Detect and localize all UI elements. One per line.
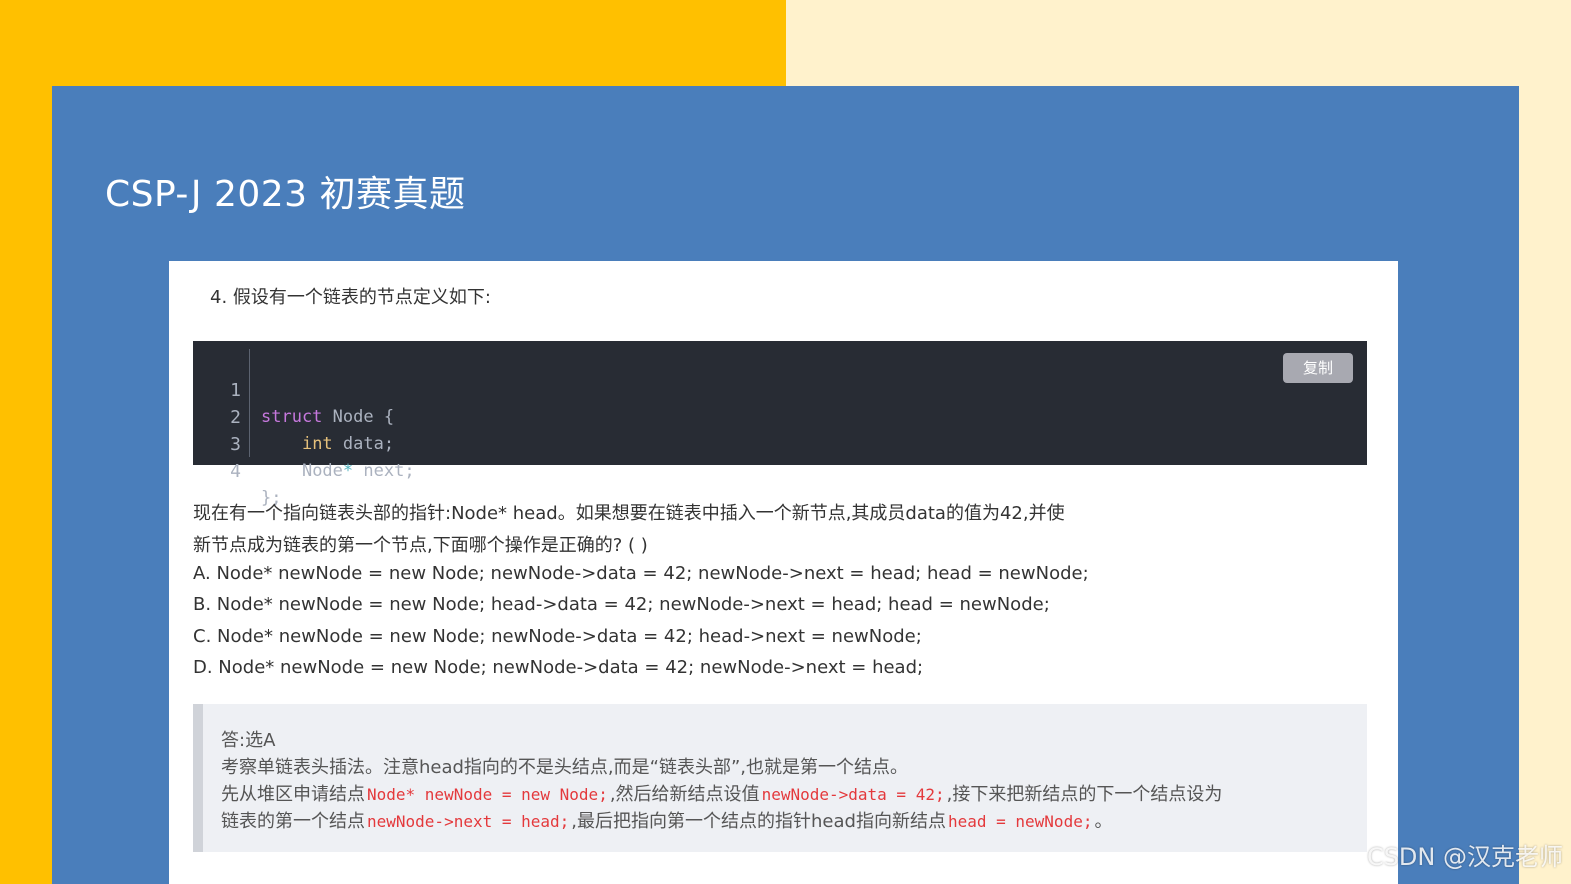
answer-text: ,然后给新结点设值 bbox=[609, 784, 760, 805]
line-number: 4 bbox=[230, 461, 241, 482]
code-line: 1 struct Node { bbox=[193, 350, 394, 427]
question-stem-line: 现在有一个指向链表头部的指针:Node* head。如果想要在链表中插入一个新节… bbox=[193, 503, 1065, 524]
answer-explanation: 考察单链表头插法。注意head指向的不是头结点,而是“链表头部”,也就是第一个结… bbox=[221, 757, 909, 778]
answer-explanation: 先从堆区申请结点 Node* newNode = new Node; ,然后给新结点… bbox=[221, 780, 1222, 806]
answer-text: 链表的第一个结点 bbox=[221, 811, 365, 832]
inline-code: head = newNode; bbox=[947, 812, 1093, 831]
code-block: 1 struct Node { 2 int data; 3 Node* next… bbox=[193, 341, 1367, 508]
question-stem-line: 新节点成为链表的第一个节点,下面哪个操作是正确的? ( ) bbox=[193, 535, 648, 556]
slide-title: CSP-J 2023 初赛真题 bbox=[105, 174, 466, 215]
inline-code: Node* newNode = new Node; bbox=[367, 785, 608, 804]
inline-code: newNode->next = head; bbox=[367, 812, 570, 831]
answer-text: ,最后把指向第一个结点的指针head指向新结点 bbox=[571, 811, 946, 832]
question-intro: 4. 假设有一个链表的节点定义如下: bbox=[210, 287, 491, 308]
code-type: Node bbox=[301, 461, 343, 481]
answer-text: 先从堆区申请结点 bbox=[221, 784, 365, 805]
code-keyword: struct bbox=[261, 407, 323, 427]
option-d: D. Node* newNode = new Node; newNode->da… bbox=[193, 657, 924, 678]
code-token: Node { bbox=[322, 407, 395, 427]
question-card: 4. 假设有一个链表的节点定义如下: 1 struct Node { 2 int… bbox=[169, 261, 1398, 884]
option-a: A. Node* newNode = new Node; newNode->da… bbox=[193, 563, 1089, 584]
inline-code: newNode->data = 42; bbox=[761, 785, 945, 804]
code-line: 3 Node* next; bbox=[193, 404, 414, 481]
code-keyword: int bbox=[301, 434, 333, 454]
code-token: data; bbox=[332, 434, 395, 454]
copy-button[interactable]: 复制 bbox=[1283, 353, 1353, 383]
code-token: next; bbox=[353, 461, 415, 481]
answer-text: 。 bbox=[1094, 811, 1113, 832]
watermark: CSDN @汉克老师 bbox=[1366, 843, 1563, 871]
option-c: C. Node* newNode = new Node; newNode->da… bbox=[193, 626, 922, 647]
answer-explanation: 链表的第一个结点 newNode->next = head; ,最后把指向第一个结点… bbox=[221, 807, 1112, 833]
code-line: 4 }; bbox=[193, 431, 281, 508]
code-operator: * bbox=[342, 461, 354, 481]
code-line: 2 int data; bbox=[193, 377, 394, 454]
answer-text: ,接下来把新结点的下一个结点设为 bbox=[946, 784, 1223, 805]
answer-choice: 答:选A bbox=[221, 730, 276, 751]
option-b: B. Node* newNode = new Node; head->data … bbox=[193, 594, 1050, 615]
answer-box: 答:选A 考察单链表头插法。注意head指向的不是头结点,而是“链表头部”,也就… bbox=[193, 704, 1367, 852]
